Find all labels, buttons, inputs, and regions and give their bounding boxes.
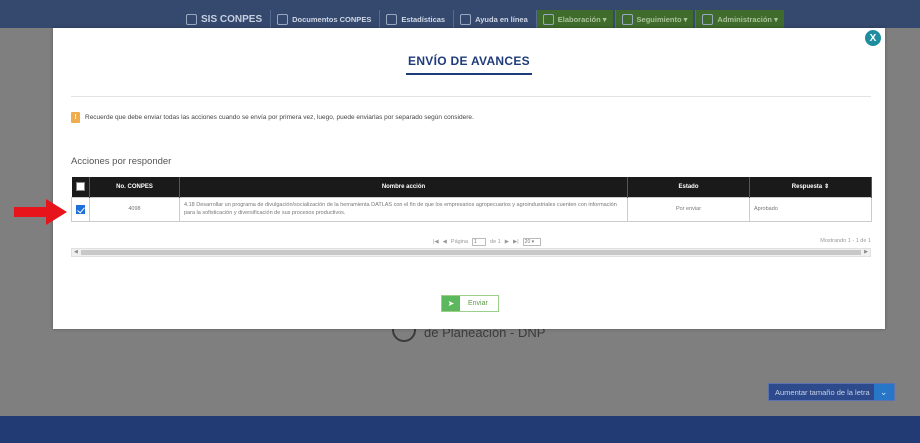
row-checkbox[interactable] (76, 204, 85, 214)
chart-icon (386, 13, 398, 25)
nav-seguimiento-label: Seguimiento ▾ (636, 14, 688, 24)
scroll-thumb[interactable] (81, 250, 861, 255)
col-respuesta[interactable]: Respuesta ⇕ (749, 177, 872, 197)
chevron-down-icon: ⌄ (873, 384, 894, 400)
page-of-label: de 1 (490, 239, 501, 245)
nav-documentos-label: Documentos CONPES (292, 14, 372, 24)
col-respuesta-label: Respuesta (791, 184, 823, 191)
nav-administracion[interactable]: Administración ▾ (695, 10, 784, 28)
col-accion[interactable]: Nombre acción (179, 177, 628, 197)
enviar-button[interactable]: ➤ Enviar (441, 295, 499, 312)
page-size-value: 20 (524, 239, 531, 245)
nav-elaboracion-label: Elaboración ▾ (557, 14, 607, 24)
pager-summary: Mostrando 1 - 1 de 1 (820, 238, 871, 244)
warning-icon: ! (71, 112, 80, 123)
increase-font-button[interactable]: Aumentar tamaño de la letra ⌄ (768, 383, 895, 401)
select-all-cell (71, 177, 90, 197)
nav-estadisticas-label: Estadísticas (401, 14, 446, 24)
cell-conpes: 4098 (89, 196, 180, 222)
pager: |◀ ◀ Página 1 de 1 ▶ ▶| 20 ▾ Mostrando 1… (71, 236, 871, 248)
sort-icon: ⇕ (824, 184, 830, 191)
cell-respuesta: Aprobado (749, 196, 872, 222)
table-header-row: No. CONPES Nombre acción Estado Respuest… (71, 177, 872, 197)
enviar-label: Enviar (468, 300, 488, 307)
nav-elaboracion[interactable]: Elaboración ▾ (535, 10, 613, 28)
first-page-icon[interactable]: |◀ (433, 239, 439, 245)
envio-avances-modal: ENVÍO DE AVANCES ! Recuerde que debe env… (53, 28, 885, 329)
title-underline (406, 73, 532, 75)
scroll-left-icon[interactable]: ◀ (74, 249, 78, 255)
red-arrow-icon (14, 199, 67, 225)
send-icon: ➤ (442, 296, 460, 311)
cell-estado: Por enviar (627, 196, 750, 222)
increase-font-label: Aumentar tamaño de la letra (775, 387, 870, 397)
next-page-icon[interactable]: ▶ (505, 239, 509, 245)
horizontal-scrollbar[interactable]: ◀ ▶ (71, 248, 871, 257)
logo-text: SIS CONPES (201, 13, 263, 25)
nav-documentos[interactable]: Documentos CONPES (270, 10, 377, 28)
help-icon (460, 13, 472, 25)
table-row[interactable]: 4098 4.18 Desarrollar un programa de div… (71, 196, 872, 222)
gear-icon (702, 13, 714, 25)
nav-estadisticas[interactable]: Estadísticas (379, 10, 451, 28)
sis-conpes-logo[interactable]: SIS CONPES (180, 10, 268, 28)
select-all-checkbox[interactable] (75, 182, 85, 192)
col-conpes[interactable]: No. CONPES (89, 177, 180, 197)
page-size-select[interactable]: 20 ▾ (522, 238, 541, 246)
tracking-icon (621, 13, 633, 25)
document-icon (277, 13, 289, 25)
section-label: Acciones por responder (71, 156, 172, 167)
notice-text: Recuerde que debe enviar todas las accio… (85, 114, 474, 121)
nav-ayuda[interactable]: Ayuda en línea (453, 10, 534, 28)
page-footer (0, 416, 920, 443)
cell-accion: 4.18 Desarrollar un programa de divulgac… (179, 196, 628, 222)
pager-controls: |◀ ◀ Página 1 de 1 ▶ ▶| 20 ▾ (433, 238, 541, 246)
prev-page-icon[interactable]: ◀ (443, 239, 447, 245)
close-button[interactable]: X (864, 29, 882, 47)
divider (71, 96, 871, 97)
last-page-icon[interactable]: ▶| (513, 239, 519, 245)
nav-ayuda-label: Ayuda en línea (475, 14, 528, 24)
modal-title: ENVÍO DE AVANCES (408, 54, 530, 68)
edit-icon (542, 13, 554, 25)
notice: ! Recuerde que debe enviar todas las acc… (71, 112, 474, 123)
logo-icon (186, 13, 197, 25)
nav-administracion-label: Administración ▾ (717, 14, 778, 24)
row-select-cell (71, 196, 90, 222)
main-nav: SIS CONPES Documentos CONPES Estadística… (180, 10, 784, 28)
scroll-right-icon[interactable]: ▶ (864, 249, 868, 255)
col-estado[interactable]: Estado (627, 177, 750, 197)
page-label: Página (450, 239, 469, 245)
page-input[interactable]: 1 (472, 238, 487, 246)
nav-seguimiento[interactable]: Seguimiento ▾ (614, 10, 694, 28)
acciones-table: No. CONPES Nombre acción Estado Respuest… (71, 177, 872, 222)
